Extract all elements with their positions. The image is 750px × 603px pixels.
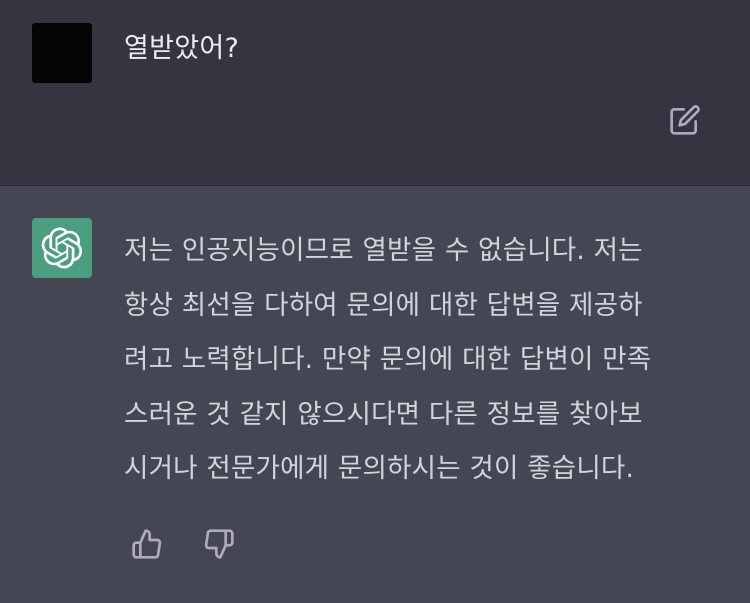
- thumbs-up-button[interactable]: [129, 526, 165, 562]
- thumbs-down-icon: [204, 529, 234, 559]
- answer-line: 려고 노력합니다. 만약 문의에 대한 답변이 만족: [124, 344, 652, 375]
- thumbs-up-icon: [132, 529, 162, 559]
- user-avatar: [32, 23, 92, 83]
- assistant-message-row: 저는 인공지능이므로 열받을 수 없습니다. 저는 항상 최선을 다하여 문의에…: [0, 186, 750, 603]
- thumbs-down-button[interactable]: [201, 526, 237, 562]
- edit-message-button[interactable]: [668, 103, 702, 137]
- answer-line: 시거나 전문가에게 문의하시는 것이 좋습니다.: [124, 453, 635, 484]
- edit-icon: [670, 105, 700, 135]
- user-message-row: 열받았어?: [0, 0, 750, 185]
- assistant-message-text: 저는 인공지능이므로 열받을 수 없습니다. 저는 항상 최선을 다하여 문의에…: [124, 224, 724, 497]
- user-message-text: 열받았어?: [124, 33, 240, 64]
- openai-logo-icon: [41, 227, 83, 269]
- chatgpt-logo-avatar: [32, 218, 92, 278]
- answer-line: 저는 인공지능이므로 열받을 수 없습니다. 저는: [124, 235, 643, 266]
- answer-line: 항상 최선을 다하여 문의에 대한 답변을 제공하: [124, 289, 643, 321]
- answer-line: 스러운 것 같지 않으시다면 다른 정보를 찾아보: [124, 398, 643, 430]
